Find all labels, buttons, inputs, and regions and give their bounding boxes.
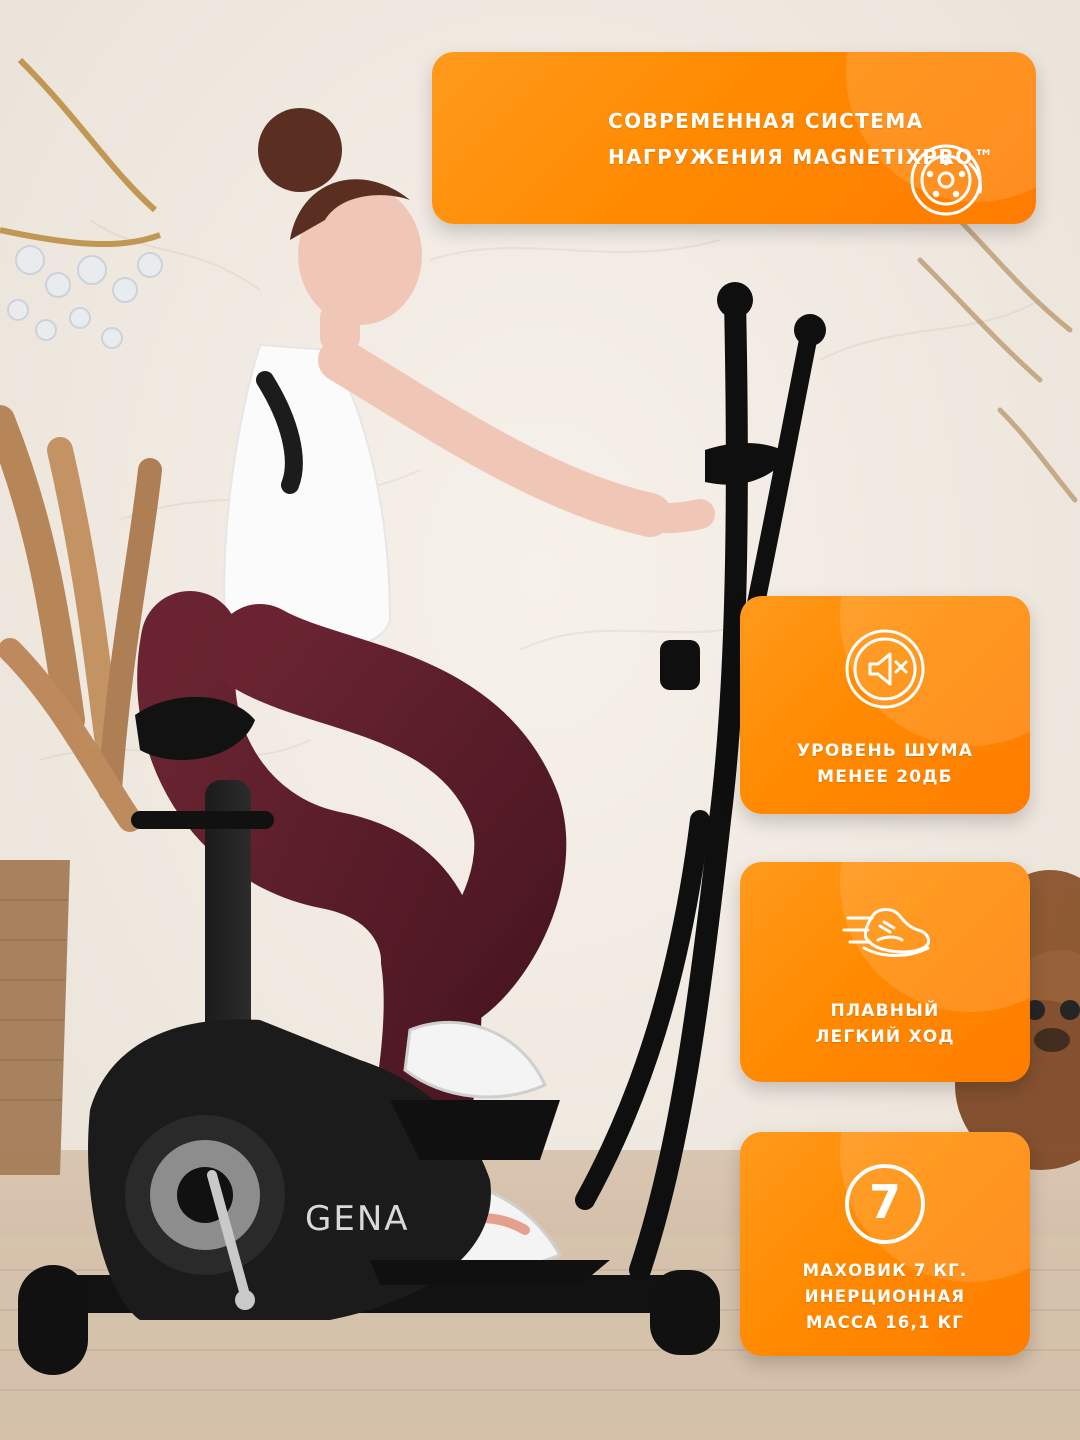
feature-text: МАХОВИК 7 КГ. ИНЕРЦИОННАЯ МАССА 16,1 КГ [802, 1261, 968, 1332]
feature-text: УРОВЕНЬ ШУМА МЕНЕЕ 20ДБ [796, 741, 974, 787]
speaker-mute-icon [840, 624, 930, 714]
feature-text: ПЛАВНЫЙ ЛЕГКИЙ ХОД [815, 1001, 955, 1047]
number-circle-icon: 7 [837, 1156, 933, 1252]
feature-card-smooth: ПЛАВНЫЙ ЛЕГКИЙ ХОД [740, 862, 1030, 1082]
running-shoe-icon [836, 892, 934, 982]
feature-text: СОВРЕМЕННАЯ СИСТЕМА НАГРУЖЕНИЯ MAGNETIXP… [608, 109, 995, 169]
brake-disc-icon [904, 138, 988, 222]
feature-card-magnetixpro: СОВРЕМЕННАЯ СИСТЕМА НАГРУЖЕНИЯ MAGNETIXP… [432, 52, 1036, 224]
flywheel-number: 7 [868, 1175, 901, 1229]
feature-card-flywheel: 7 МАХОВИК 7 КГ. ИНЕРЦИОННАЯ МАССА 16,1 К… [740, 1132, 1030, 1356]
brand-mark: GENA [305, 1199, 410, 1239]
product-card: GENA СОВРЕМЕННАЯ СИСТЕМА НАГРУЖЕНИЯ MAGN… [0, 0, 1080, 1440]
feature-card-noise: УРОВЕНЬ ШУМА МЕНЕЕ 20ДБ [740, 596, 1030, 814]
